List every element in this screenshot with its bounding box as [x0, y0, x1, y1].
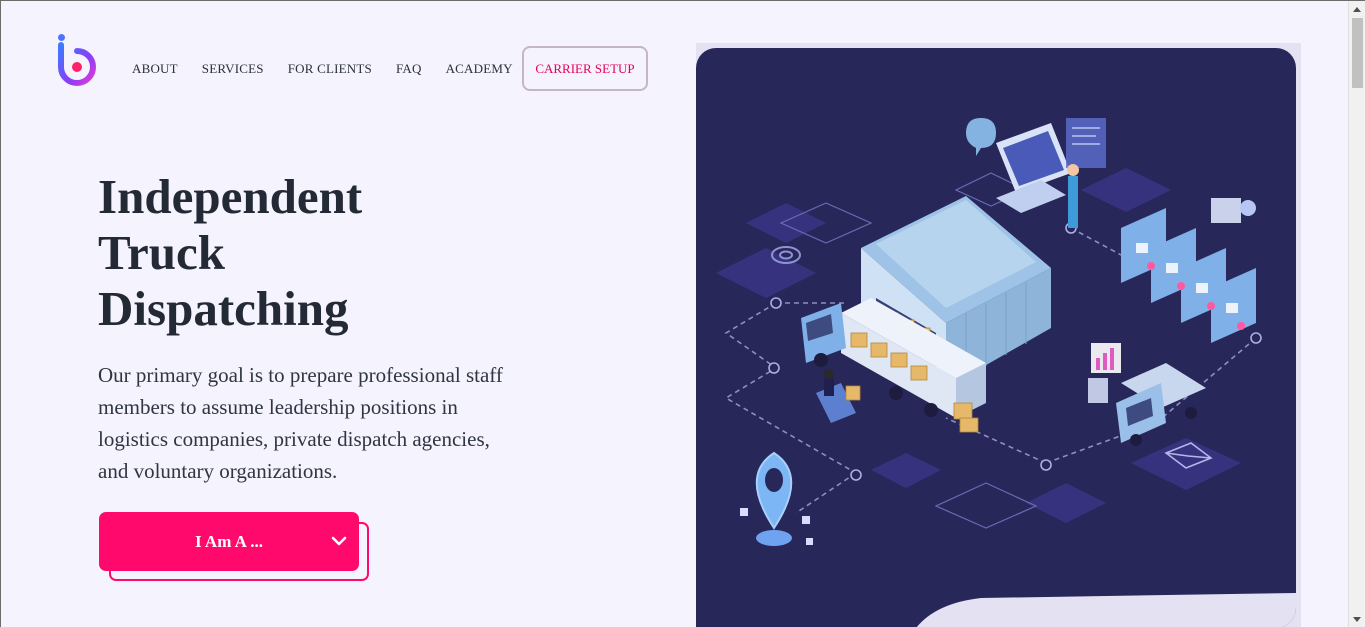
hero-title: Independent Truck Dispatching — [98, 169, 362, 337]
nav-faq[interactable]: FAQ — [396, 61, 422, 77]
hero-text-line: and voluntary organizations. — [98, 459, 338, 483]
hero-description: Our primary goal is to prepare professio… — [98, 359, 548, 487]
hero-text-line: Our primary goal is to prepare professio… — [98, 363, 503, 387]
hero-title-line: Truck — [98, 225, 226, 280]
scroll-up-icon[interactable] — [1353, 7, 1361, 12]
carrier-setup-button[interactable]: CARRIER SETUP — [522, 46, 648, 91]
hero-illustration-frame — [696, 43, 1301, 627]
chevron-down-icon — [330, 532, 348, 550]
nav-academy[interactable]: ACADEMY — [446, 61, 513, 77]
page-scrollbar[interactable] — [1348, 1, 1365, 627]
logo-icon[interactable] — [55, 33, 99, 87]
nav-services[interactable]: SERVICES — [202, 61, 264, 77]
logistics-illustration — [696, 48, 1296, 627]
hero-title-line: Independent — [98, 169, 363, 224]
role-dropdown[interactable]: I Am A ... — [99, 512, 359, 571]
role-dropdown-label: I Am A ... — [194, 531, 264, 551]
hero-text-line: logistics companies, private dispatch ag… — [98, 427, 490, 451]
scroll-down-icon[interactable] — [1353, 617, 1361, 622]
nav-for-clients[interactable]: FOR CLIENTS — [288, 61, 372, 77]
hero-text-line: members to assume leadership positions i… — [98, 395, 458, 419]
main-nav: ABOUT SERVICES FOR CLIENTS FAQ ACADEMY — [132, 61, 537, 77]
nav-about[interactable]: ABOUT — [132, 61, 178, 77]
hero-title-line: Dispatching — [98, 281, 349, 336]
scrollbar-thumb[interactable] — [1352, 18, 1363, 88]
